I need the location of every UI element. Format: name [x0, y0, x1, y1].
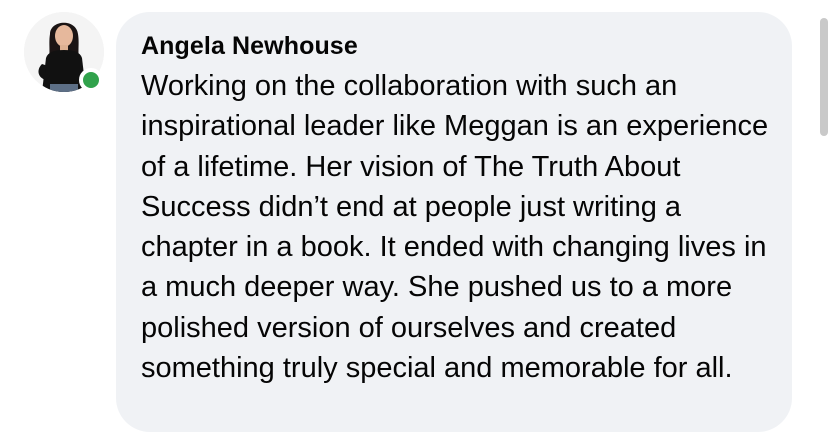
online-status-dot-icon	[79, 68, 103, 92]
comment-author-name[interactable]: Angela Newhouse	[141, 30, 768, 62]
comment: Angela Newhouse Working on the collabora…	[0, 0, 828, 438]
comment-text: Working on the collaboration with such a…	[141, 70, 769, 385]
scrollbar[interactable]	[820, 18, 828, 136]
avatar-container[interactable]	[24, 12, 104, 92]
comment-bubble: Angela Newhouse Working on the collabora…	[116, 12, 792, 432]
